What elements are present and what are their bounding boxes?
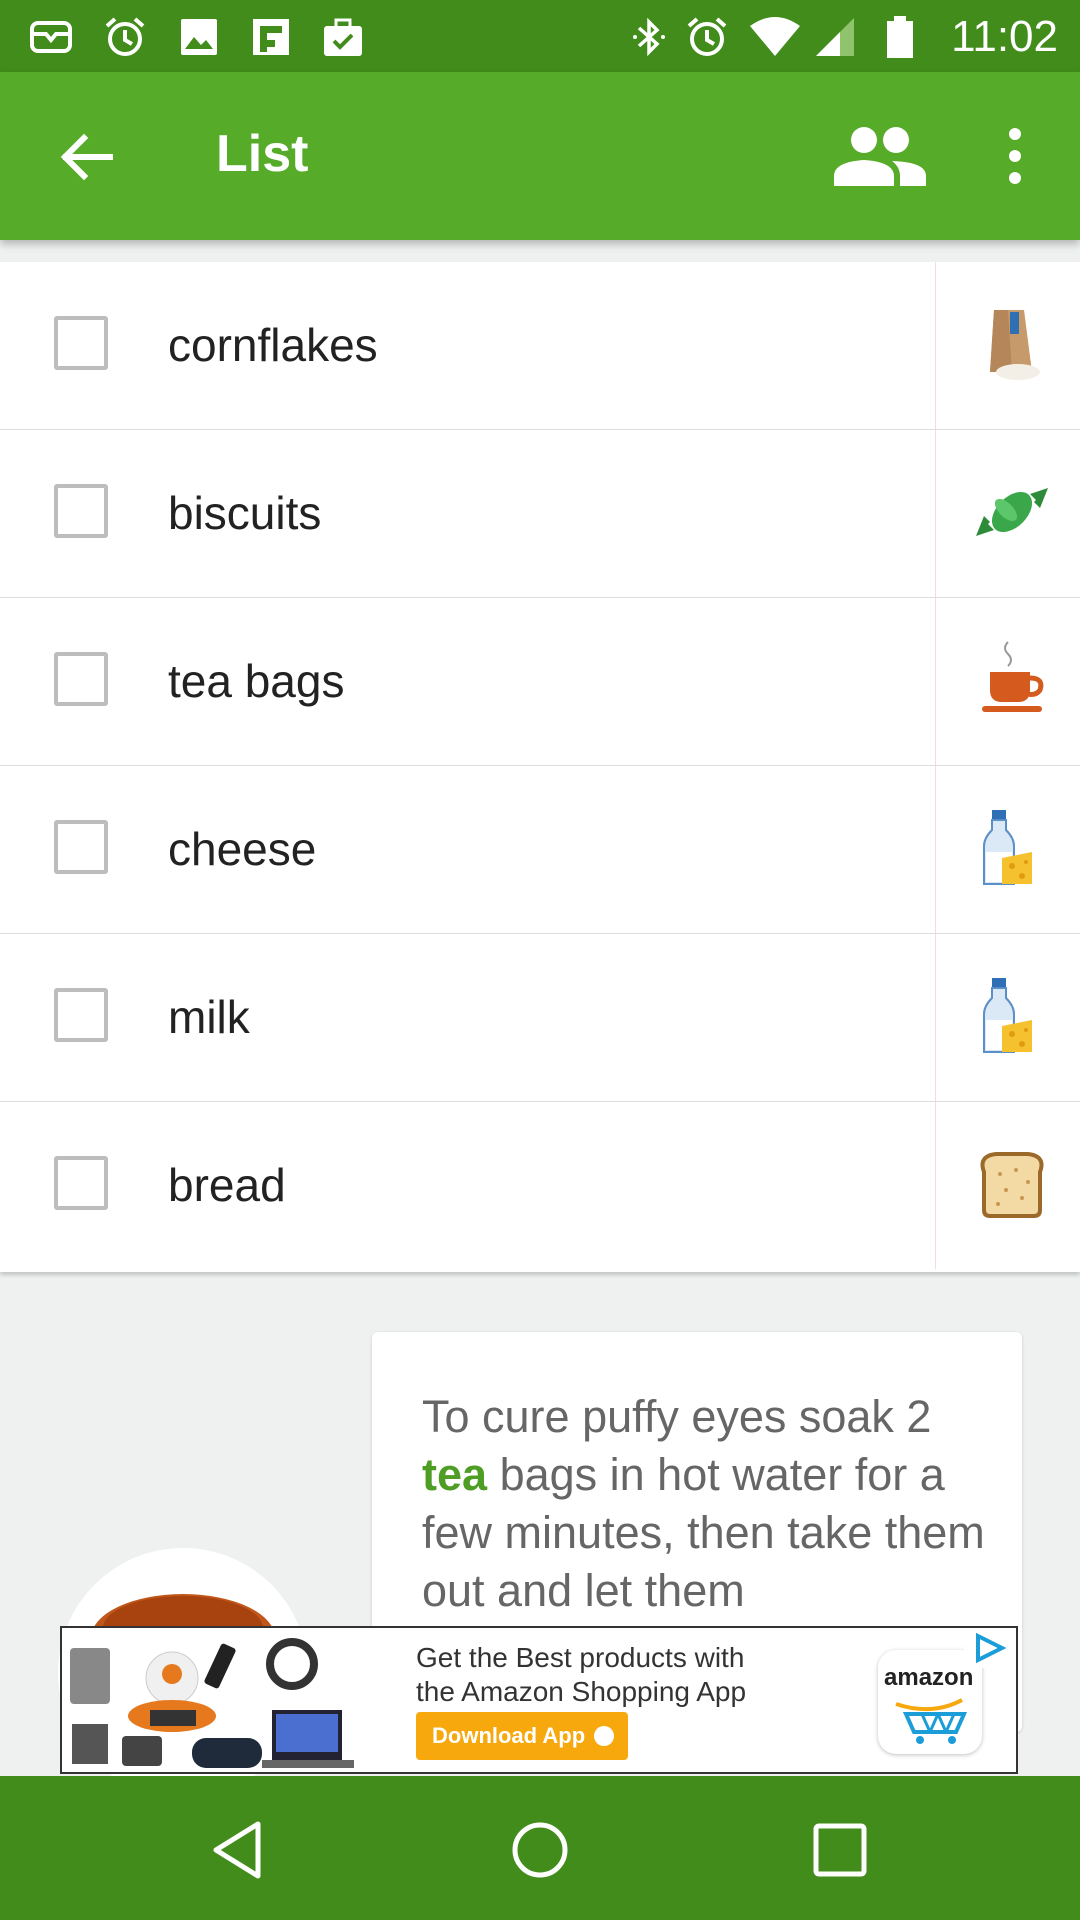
flipboard-icon [253, 19, 289, 55]
tea-cup-icon [982, 641, 1044, 712]
tip-text: To cure puffy eyes soak 2 tea bags in ho… [422, 1388, 992, 1620]
clock: 11:02 [951, 12, 1058, 61]
page-title: List [216, 125, 309, 183]
app-bar: List [0, 72, 1080, 240]
battery-icon [887, 16, 913, 58]
status-bar: 11:02 [0, 0, 1080, 72]
ad-banner[interactable]: Get the Best products with the Amazon Sh… [60, 1626, 1018, 1774]
mail-icon [30, 21, 72, 53]
download-app-button[interactable]: Download App [416, 1712, 628, 1760]
alarm-icon [687, 17, 727, 56]
list-item[interactable]: biscuits [0, 430, 1080, 598]
nav-home-button[interactable] [500, 1810, 580, 1890]
item-checkbox[interactable] [54, 988, 108, 1042]
ad-headline-1: Get the Best products with [416, 1642, 745, 1673]
signal-icon [816, 18, 854, 56]
wifi-icon [750, 17, 800, 56]
image-icon [181, 19, 217, 55]
list-item[interactable]: cornflakes [0, 262, 1080, 430]
more-vertical-icon [1009, 128, 1021, 184]
item-category-button[interactable] [935, 598, 1080, 765]
briefcase-check-icon [324, 18, 362, 56]
item-label: milk [168, 991, 250, 1043]
item-category-button[interactable] [935, 430, 1080, 597]
list-item[interactable]: milk [0, 934, 1080, 1102]
alarm-icon [105, 17, 145, 56]
back-button[interactable] [52, 122, 122, 192]
item-label: cornflakes [168, 319, 378, 371]
square-recents-icon [813, 1823, 867, 1877]
milk-cheese-icon [983, 810, 1032, 885]
tip-text-before: To cure puffy eyes soak 2 [422, 1391, 932, 1442]
item-category-button[interactable] [935, 934, 1080, 1101]
ad-headline-2: the Amazon Shopping App [416, 1676, 747, 1707]
nav-recents-button[interactable] [800, 1810, 880, 1890]
list-item[interactable]: bread [0, 1102, 1080, 1269]
amazon-wordmark: amazon [884, 1664, 974, 1691]
tip-text-after: bags in hot water for a few minutes, the… [422, 1449, 985, 1616]
cereal-bag-icon [990, 310, 1040, 380]
tip-highlight: tea [422, 1449, 488, 1500]
list-item[interactable]: cheese [0, 766, 1080, 934]
bread-icon [980, 1152, 1044, 1218]
arrow-back-icon [60, 133, 113, 181]
item-category-button[interactable] [935, 766, 1080, 933]
play-arrow-icon [594, 1726, 614, 1746]
item-label: bread [168, 1159, 286, 1211]
item-checkbox[interactable] [54, 820, 108, 874]
item-checkbox[interactable] [54, 652, 108, 706]
item-label: cheese [168, 823, 317, 875]
cart-icon [895, 1698, 968, 1744]
item-label: tea bags [168, 655, 345, 707]
item-checkbox[interactable] [54, 484, 108, 538]
triangle-back-icon [213, 1821, 261, 1879]
nav-back-button[interactable] [200, 1810, 280, 1890]
shopping-list: cornflakes biscuits tea bags cheese milk… [0, 262, 1080, 1272]
share-list-button[interactable] [830, 120, 930, 192]
item-checkbox[interactable] [54, 1156, 108, 1210]
people-icon [834, 127, 926, 186]
milk-cheese-icon [983, 978, 1032, 1053]
products-image [70, 1638, 354, 1768]
bluetooth-icon [633, 17, 665, 57]
adchoices-icon[interactable] [964, 1628, 1014, 1668]
item-checkbox[interactable] [54, 316, 108, 370]
more-options-button[interactable] [990, 120, 1040, 192]
download-app-label: Download App [432, 1723, 586, 1748]
list-item[interactable]: tea bags [0, 598, 1080, 766]
navigation-bar [0, 1776, 1080, 1920]
item-category-button[interactable] [935, 262, 1080, 429]
item-category-button[interactable] [935, 1102, 1080, 1269]
item-label: biscuits [168, 487, 322, 539]
candy-icon [976, 488, 1048, 536]
circle-home-icon [512, 1822, 568, 1878]
